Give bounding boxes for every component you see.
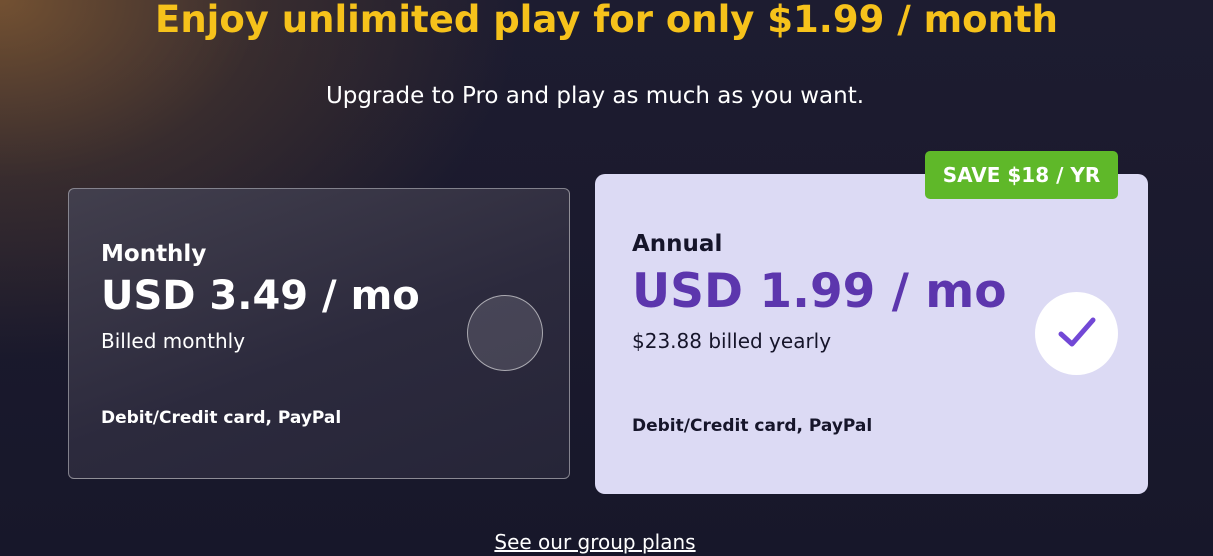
plan-name: Monthly <box>101 241 207 267</box>
plan-card-monthly[interactable]: Monthly USD 3.49 / mo Billed monthly Deb… <box>68 188 570 479</box>
savings-badge: SAVE $18 / YR <box>925 151 1118 199</box>
plan-billing-note: Billed monthly <box>101 329 246 353</box>
plan-card-annual[interactable]: Annual USD 1.99 / mo $23.88 billed yearl… <box>595 174 1148 494</box>
page-title: Enjoy unlimited play for only $1.99 / mo… <box>155 0 1058 41</box>
plan-billing-note: $23.88 billed yearly <box>632 329 832 353</box>
group-plans-link[interactable]: See our group plans <box>400 530 790 554</box>
plan-price: USD 3.49 / mo <box>101 273 420 319</box>
plan-payment-methods: Debit/Credit card, PayPal <box>632 416 873 436</box>
plan-radio-unselected[interactable] <box>467 295 543 371</box>
checkmark-icon <box>1058 317 1096 347</box>
plan-name: Annual <box>632 231 723 257</box>
page-subtitle: Upgrade to Pro and play as much as you w… <box>325 83 865 109</box>
plan-price: USD 1.99 / mo <box>632 264 1007 319</box>
plan-payment-methods: Debit/Credit card, PayPal <box>101 408 342 428</box>
plan-radio-selected[interactable] <box>1035 292 1118 375</box>
